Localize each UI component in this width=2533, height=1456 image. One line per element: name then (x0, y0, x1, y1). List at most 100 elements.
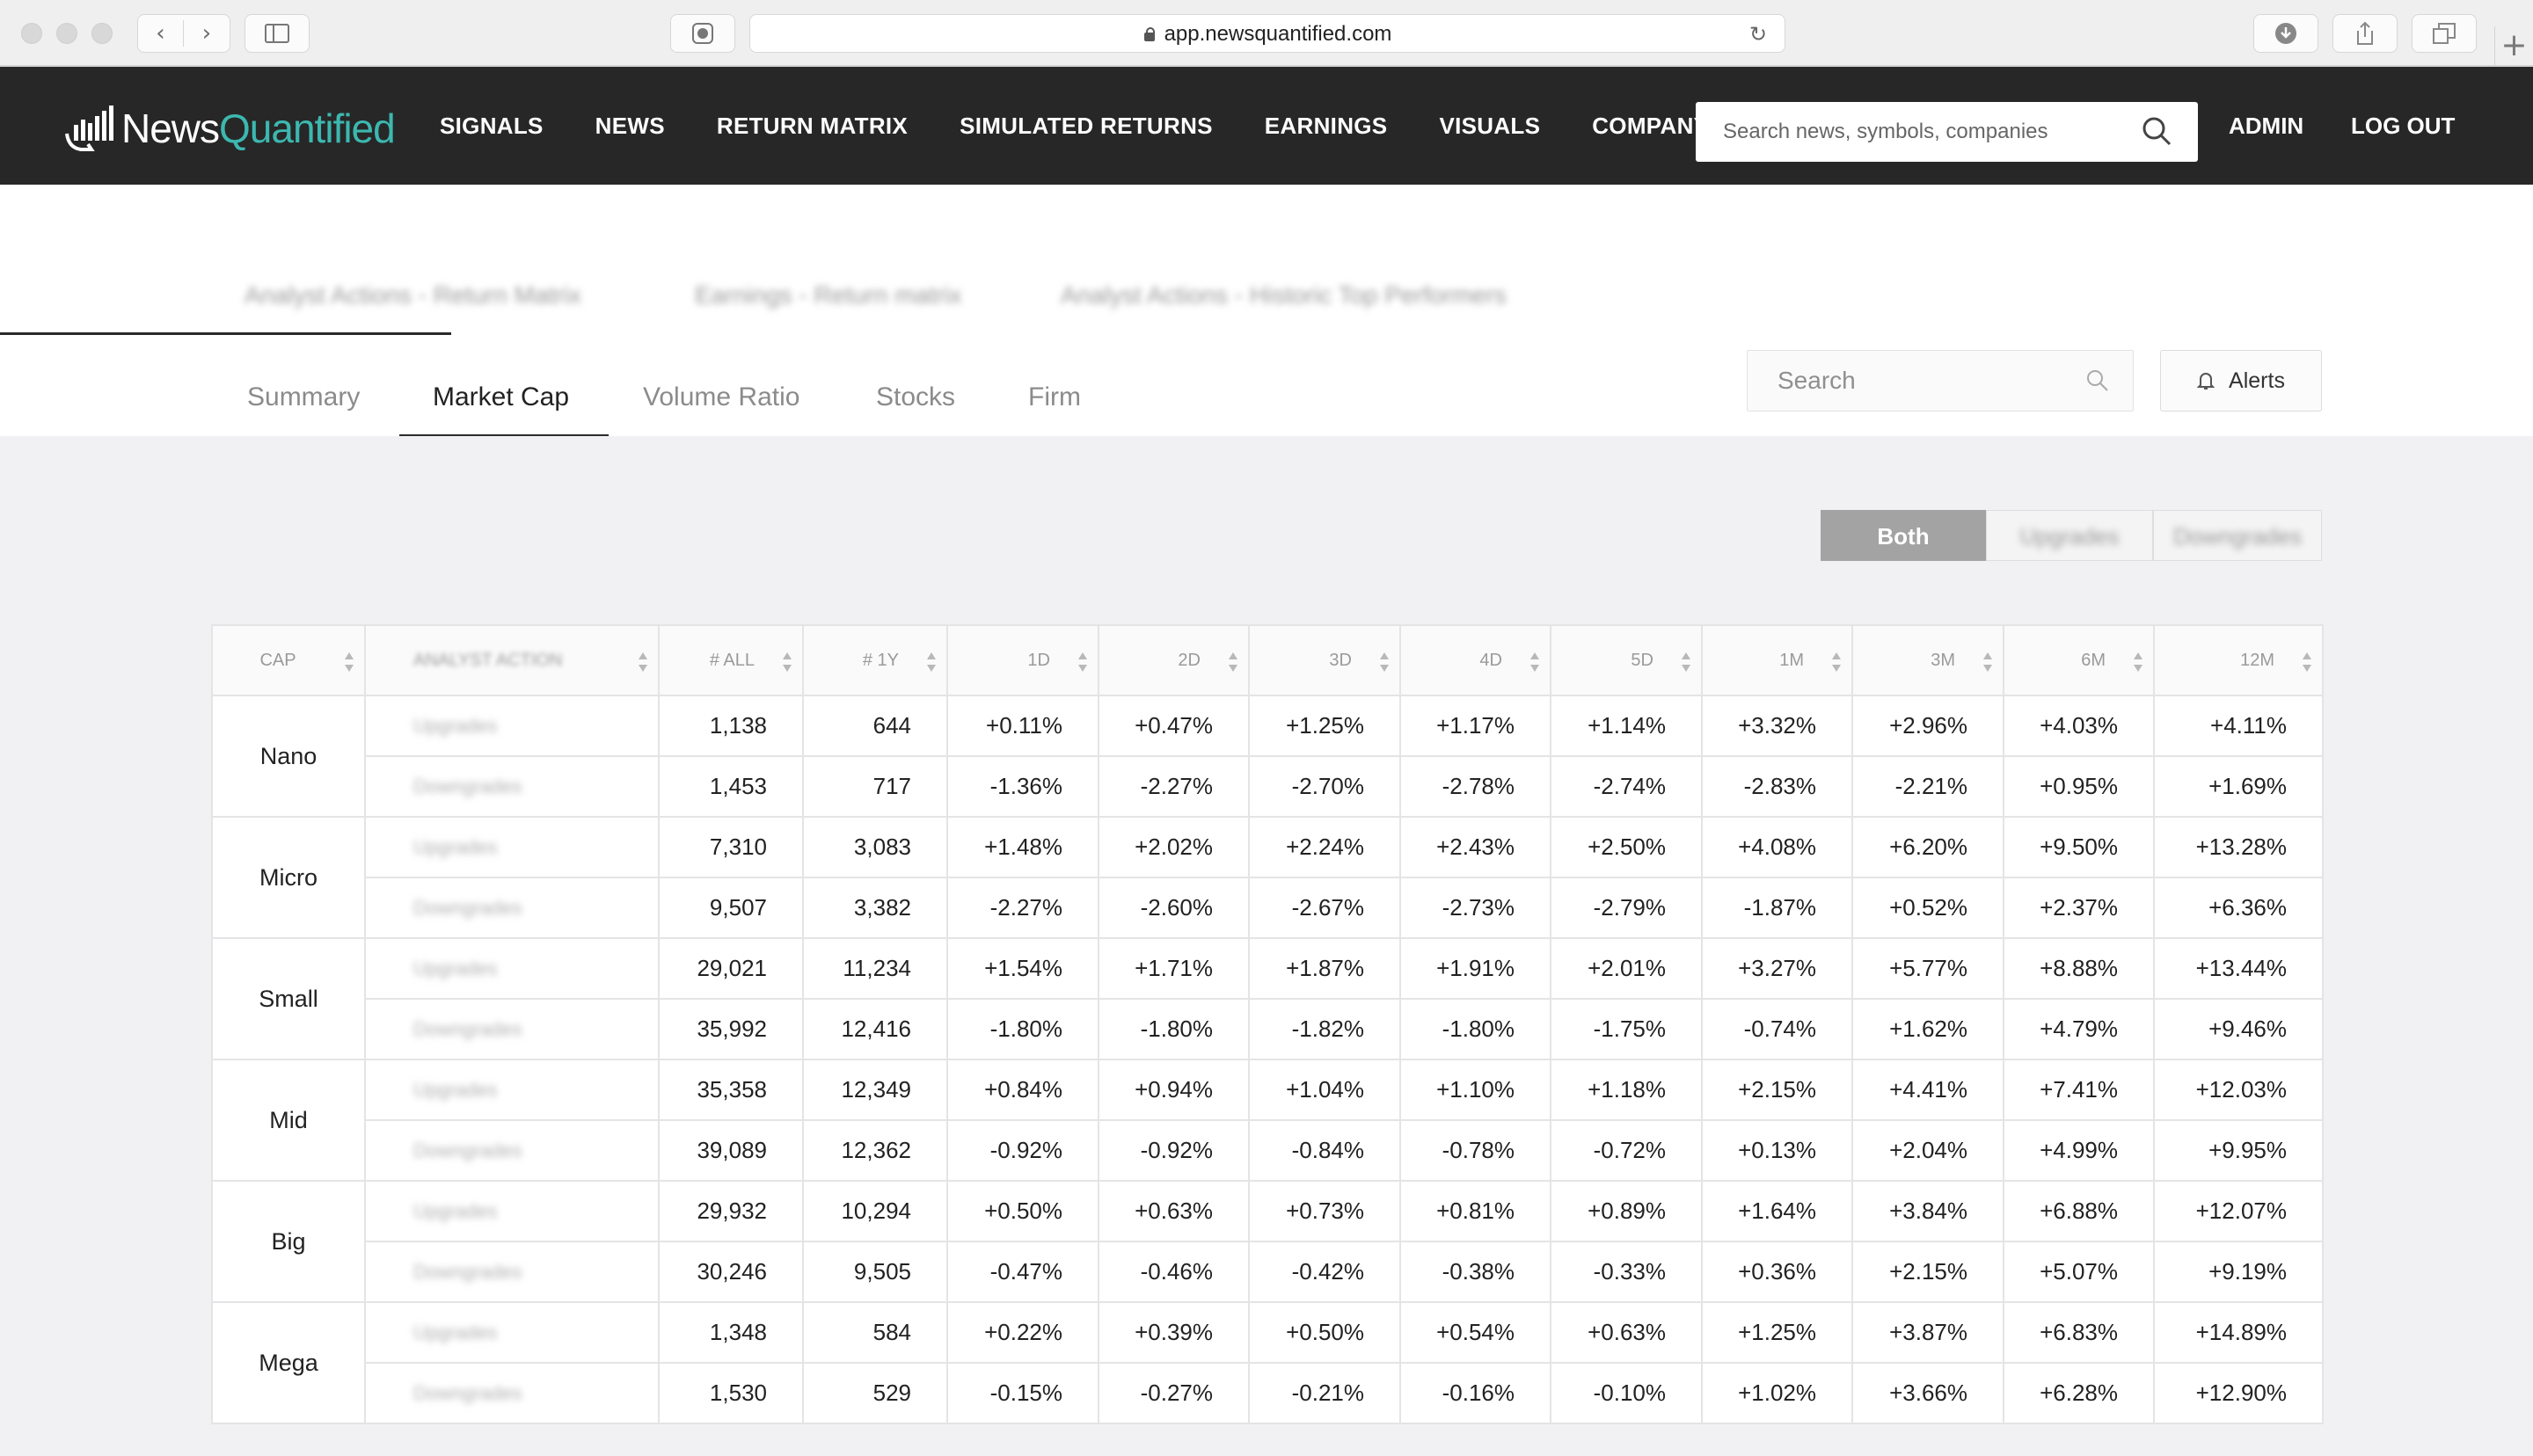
column-header[interactable]: # 1Y (802, 624, 948, 696)
value-cell: +9.50% (2003, 816, 2155, 878)
tab-firm[interactable]: Firm (1028, 373, 1081, 438)
sort-arrows-icon[interactable] (1682, 652, 1690, 672)
sort-arrows-icon[interactable] (1380, 652, 1389, 672)
nav-visuals[interactable]: VISUALS (1439, 113, 1540, 140)
tab-volume-ratio[interactable]: Volume Ratio (643, 373, 799, 438)
nav-admin[interactable]: ADMIN (2229, 67, 2303, 185)
privacy-report-button[interactable] (670, 14, 735, 53)
analyst-action-label: Upgrades (413, 835, 498, 858)
column-header-label: # 1Y (862, 650, 899, 670)
global-search (1696, 102, 2198, 162)
value-cell: +4.79% (2003, 998, 2155, 1060)
tab-overview-button[interactable] (2412, 14, 2477, 53)
value-cell: -1.75% (1550, 998, 1703, 1060)
nav-simulated-returns[interactable]: SIMULATED RETURNS (960, 113, 1213, 140)
nav-company[interactable]: COMPANY (1592, 113, 1709, 140)
analyst-action-cell: Upgrades (364, 1059, 660, 1121)
column-header[interactable]: 5D (1550, 624, 1703, 696)
nav-earnings[interactable]: EARNINGS (1265, 113, 1388, 140)
search-icon[interactable] (2085, 368, 2110, 393)
table-search-input[interactable] (1748, 351, 2082, 411)
value-cell: +0.73% (1248, 1180, 1401, 1242)
analyst-action-cell: Upgrades (364, 1301, 660, 1364)
sort-arrows-icon[interactable] (1078, 652, 1087, 672)
sort-arrows-icon[interactable] (927, 652, 936, 672)
sidebar-icon (265, 24, 289, 43)
downloads-button[interactable] (2253, 14, 2318, 53)
column-header[interactable]: CAP (211, 624, 366, 696)
tab-analyst-actions-return-matrix[interactable]: Analyst Actions - Return Matrix (245, 264, 581, 336)
analyst-action-label: Upgrades (413, 1321, 498, 1343)
value-cell: -2.27% (946, 877, 1099, 939)
value-cell: +8.88% (2003, 937, 2155, 1000)
address-bar[interactable]: app.newsquantified.com ↻ (749, 14, 1785, 53)
filter-upgrades-button[interactable]: Upgrades (1986, 510, 2153, 561)
forward-arrow-icon[interactable]: › (184, 20, 230, 47)
nav-signals[interactable]: SIGNALS (440, 113, 544, 140)
value-cell: +0.22% (946, 1301, 1099, 1364)
analyst-action-label: Upgrades (413, 1078, 498, 1101)
header-row: CAP ANALYST ACTION # ALL # 1Y 1D 2D 3D 4D 5D 1M 3M… (211, 624, 2324, 696)
tab-analyst-actions-historic-top[interactable]: Analyst Actions - Historic Top Performer… (1061, 264, 1507, 336)
global-search-input[interactable] (1696, 102, 2118, 162)
sort-arrows-icon[interactable] (783, 652, 792, 672)
sort-arrows-icon[interactable] (639, 652, 647, 672)
sort-arrows-icon[interactable] (1832, 652, 1841, 672)
column-header[interactable]: 1M (1701, 624, 1853, 696)
close-window-button[interactable] (21, 23, 42, 44)
column-header[interactable]: 3M (1851, 624, 2004, 696)
sort-arrows-icon[interactable] (2134, 652, 2142, 672)
value-cell: -0.72% (1550, 1119, 1703, 1182)
table-body: Nano Upgrades 1,138 644 +0.11% +0.47% +1.25% +1… (211, 695, 2324, 1424)
sort-arrows-icon[interactable] (1530, 652, 1539, 672)
sort-arrows-icon[interactable] (1983, 652, 1992, 672)
tab-market-cap[interactable]: Market Cap (433, 373, 569, 438)
filter-both-button[interactable]: Both (1821, 510, 1986, 561)
sort-arrows-icon[interactable] (345, 652, 354, 672)
zoom-window-button[interactable] (91, 23, 113, 44)
value-cell: -2.73% (1399, 877, 1551, 939)
shield-icon (692, 23, 713, 44)
sort-arrows-icon[interactable] (2303, 652, 2311, 672)
value-cell: +6.28% (2003, 1362, 2155, 1424)
nav-return-matrix[interactable]: RETURN MATRIX (717, 113, 908, 140)
filter-downgrades-button[interactable]: Downgrades (2153, 510, 2322, 561)
sort-arrows-icon[interactable] (1229, 652, 1237, 672)
value-cell: +12.07% (2153, 1180, 2324, 1242)
column-header[interactable]: # ALL (658, 624, 804, 696)
column-header[interactable]: 3D (1248, 624, 1401, 696)
alerts-button[interactable]: Alerts (2160, 350, 2322, 411)
value-cell: -2.21% (1851, 755, 2004, 818)
column-header[interactable]: 6M (2003, 624, 2155, 696)
nav-logout[interactable]: LOG OUT (2351, 67, 2455, 185)
value-cell: 9,505 (802, 1241, 948, 1303)
nav-news[interactable]: NEWS (595, 113, 665, 140)
analyst-action-cell: Downgrades (364, 877, 660, 939)
minimize-window-button[interactable] (56, 23, 77, 44)
tab-summary[interactable]: Summary (247, 373, 360, 438)
reload-icon[interactable]: ↻ (1749, 24, 1770, 45)
new-tab-plus-icon[interactable]: + (2494, 26, 2533, 67)
value-cell: +13.28% (2153, 816, 2324, 878)
back-arrow-icon[interactable]: ‹ (138, 20, 184, 47)
cap-cell: Big (211, 1180, 366, 1303)
tab-earnings-return-matrix[interactable]: Earnings - Return matrix (695, 264, 961, 336)
action-filter-toggle: Both Upgrades Downgrades (1821, 510, 2322, 561)
value-cell: 29,021 (658, 937, 804, 1000)
column-header[interactable]: 2D (1098, 624, 1250, 696)
value-cell: -1.80% (1098, 998, 1250, 1060)
column-header[interactable]: ANALYST ACTION (364, 624, 660, 696)
analyst-action-label: Upgrades (413, 1199, 498, 1222)
value-cell: +6.88% (2003, 1180, 2155, 1242)
sidebar-toggle-button[interactable] (245, 14, 310, 53)
analyst-action-cell: Upgrades (364, 1180, 660, 1242)
filter-downgrades-label: Downgrades (2173, 523, 2302, 550)
column-header[interactable]: 12M (2153, 624, 2324, 696)
value-cell: -0.92% (946, 1119, 1099, 1182)
column-header[interactable]: 1D (946, 624, 1099, 696)
column-header[interactable]: 4D (1399, 624, 1551, 696)
share-button[interactable] (2332, 14, 2398, 53)
tab-stocks[interactable]: Stocks (876, 373, 955, 438)
site-logo[interactable]: News Quantified (65, 102, 396, 155)
search-icon[interactable] (2142, 116, 2172, 146)
